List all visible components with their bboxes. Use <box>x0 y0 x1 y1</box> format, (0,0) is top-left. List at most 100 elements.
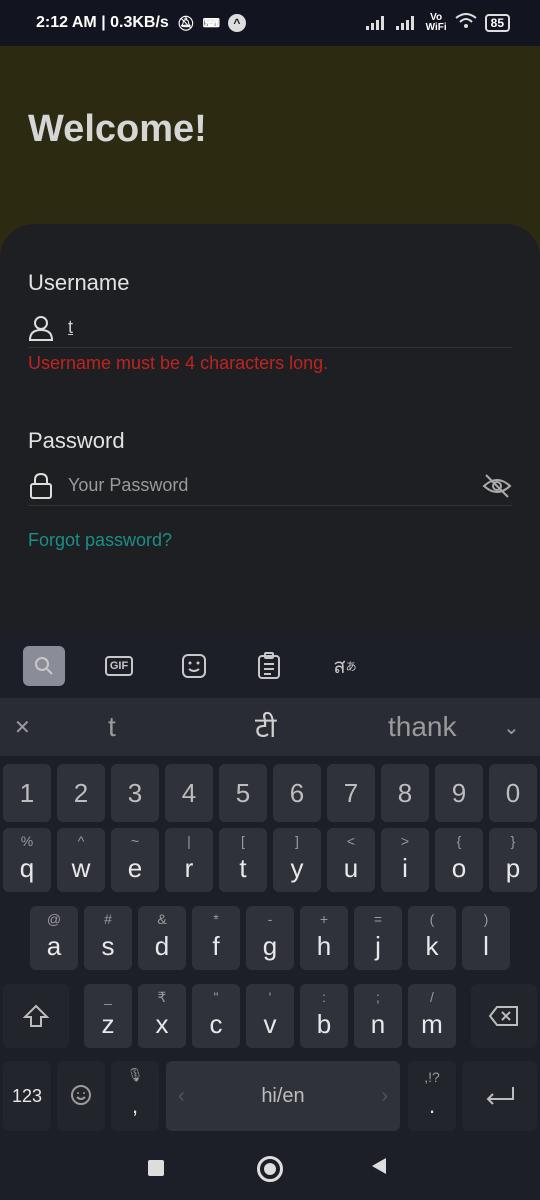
shift-key[interactable] <box>3 984 69 1048</box>
gif-label: GIF <box>104 656 134 676</box>
key-s[interactable]: # s <box>84 906 132 970</box>
password-input[interactable] <box>68 475 448 496</box>
key-v[interactable]: ' v <box>246 984 294 1048</box>
key-s-sub: # <box>104 911 112 927</box>
key-0[interactable]: 0 <box>489 764 537 822</box>
key-d[interactable]: & d <box>138 906 186 970</box>
battery-level: 85 <box>490 16 504 30</box>
space-bar[interactable]: ‹ hi/en › <box>166 1061 400 1131</box>
key-k[interactable]: (k <box>408 906 456 970</box>
back-button[interactable] <box>370 1156 388 1181</box>
key-6[interactable]: 6 <box>273 764 321 822</box>
key-3[interactable]: 3 <box>111 764 159 822</box>
key-f[interactable]: * f <box>192 906 240 970</box>
key-c-sub: " <box>213 989 219 1005</box>
period-key[interactable]: ,!? . <box>408 1061 456 1131</box>
forgot-password-link[interactable]: Forgot password? <box>28 530 172 551</box>
key-i[interactable]: > i <box>381 828 429 892</box>
recent-apps-button[interactable] <box>148 1156 164 1176</box>
key-u[interactable]: < u <box>327 828 375 892</box>
key-9[interactable]: 9 <box>435 764 483 822</box>
key-l-sub: ) <box>483 911 489 927</box>
key-2[interactable]: 2 <box>57 764 105 822</box>
key-h-sub: + <box>319 911 329 927</box>
suggestion-3[interactable]: thank <box>388 711 457 743</box>
period-label: . <box>428 1093 436 1118</box>
key-c[interactable]: " c <box>192 984 240 1048</box>
suggestion-2[interactable]: टी <box>255 708 276 746</box>
enter-key[interactable] <box>462 1061 537 1131</box>
username-value[interactable]: t <box>68 317 73 338</box>
backspace-icon <box>489 1006 518 1026</box>
key-t-sub: [ <box>241 833 245 849</box>
key-h[interactable]: + h <box>300 906 348 970</box>
key-w[interactable]: ^ w <box>57 828 105 892</box>
page-title: Welcome! <box>28 108 207 150</box>
shift-icon <box>23 1004 49 1027</box>
status-bar: 2:12 AM | 0.3KB/s 🔕︎ ⌨ ^ Vo WiFi 85 <box>0 0 540 46</box>
gif-button[interactable]: GIF <box>98 646 140 686</box>
key-x[interactable]: ₹ x <box>138 984 186 1048</box>
key-q-main: q <box>19 853 35 883</box>
comma-key[interactable]: 🎙︎ , <box>111 1061 159 1131</box>
key-k-main: k <box>425 931 439 961</box>
enter-icon <box>486 1087 514 1105</box>
back-triangle-icon <box>372 1158 386 1174</box>
key-q[interactable]: % q <box>3 828 51 892</box>
user-icon <box>28 315 54 341</box>
backspace-key[interactable] <box>471 984 537 1048</box>
key-b[interactable]: :b <box>300 984 348 1048</box>
password-label: Password <box>28 428 125 453</box>
key-j[interactable]: = j <box>354 906 402 970</box>
key-d-main: d <box>154 931 170 961</box>
key-o[interactable]: {o <box>435 828 483 892</box>
key-1[interactable]: 1 <box>3 764 51 822</box>
key-5[interactable]: 5 <box>219 764 267 822</box>
key-p[interactable]: } p <box>489 828 537 892</box>
key-v-main: v <box>263 1009 277 1039</box>
key-t[interactable]: [t <box>219 828 267 892</box>
battery-icon: 85 <box>484 14 510 32</box>
key-m[interactable]: / m <box>408 984 456 1048</box>
key-7[interactable]: 7 <box>327 764 375 822</box>
key-e[interactable]: ~ e <box>111 828 159 892</box>
key-a[interactable]: @ a <box>30 906 78 970</box>
clipboard-icon[interactable] <box>248 646 290 686</box>
search-icon[interactable] <box>23 646 65 686</box>
key-n[interactable]: ; n <box>354 984 402 1048</box>
chevron-down-icon[interactable]: ⌄ <box>503 715 520 740</box>
collapse-icon[interactable]: ✕ <box>14 715 31 740</box>
password-field[interactable] <box>28 466 512 506</box>
emoji-key[interactable] <box>57 1061 105 1131</box>
key-n-sub: ; <box>376 989 380 1005</box>
sticker-icon[interactable] <box>173 646 215 686</box>
key-4[interactable]: 4 <box>165 764 213 822</box>
square-icon <box>148 1160 164 1176</box>
key-i-main: i <box>402 853 408 883</box>
key-z[interactable]: _ z <box>84 984 132 1048</box>
key-r-sub: | <box>187 833 191 849</box>
vowifi-bottom: WiFi <box>425 22 447 33</box>
numbers-key[interactable]: 123 <box>3 1061 51 1131</box>
home-button[interactable] <box>257 1156 283 1182</box>
key-h-main: h <box>316 931 332 961</box>
key-y[interactable]: ] y <box>273 828 321 892</box>
key-y-main: y <box>290 853 304 883</box>
key-f-sub: * <box>213 911 219 927</box>
eye-off-icon[interactable] <box>482 472 512 500</box>
key-p-sub: } <box>510 833 516 849</box>
signal-icon-2 <box>395 16 418 30</box>
translate-icon[interactable]: สあ <box>324 646 366 686</box>
comma-label: , <box>131 1093 139 1118</box>
keyboard: GIF สあ ✕ t टी thank ⌄ 1 2 3 4 5 6 7 8 9 … <box>0 634 540 1200</box>
key-l[interactable]: ) l <box>462 906 510 970</box>
key-j-sub: = <box>373 911 383 927</box>
username-field[interactable]: t <box>28 308 512 348</box>
key-g[interactable]: -g <box>246 906 294 970</box>
key-r[interactable]: | r <box>165 828 213 892</box>
keyboard-icon: ⌨ <box>202 16 220 30</box>
key-x-sub: ₹ <box>157 989 167 1005</box>
suggestion-1[interactable]: t <box>108 711 116 743</box>
circle-icon <box>257 1156 283 1182</box>
key-8[interactable]: 8 <box>381 764 429 822</box>
